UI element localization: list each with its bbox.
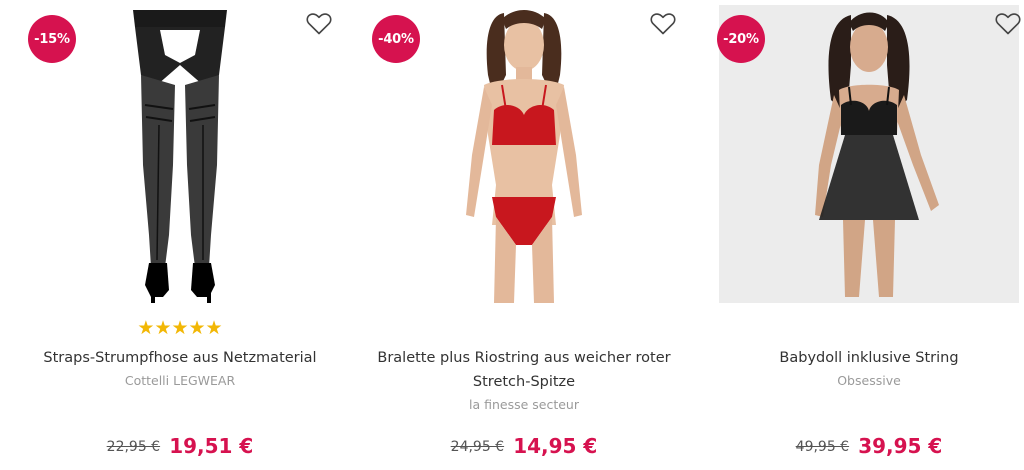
discount-badge: -20%	[717, 15, 765, 63]
heart-outline-icon[interactable]	[650, 12, 676, 36]
product-title[interactable]: Babydoll inklusive String	[709, 346, 1024, 370]
product-brand: Obsessive	[837, 373, 901, 388]
price-row: 24,95 € 14,95 €	[364, 434, 684, 458]
product-image[interactable]	[374, 5, 674, 303]
heart-outline-icon[interactable]	[995, 12, 1021, 36]
price-row: 22,95 € 19,51 €	[20, 434, 340, 458]
product-image[interactable]	[30, 5, 330, 303]
product-card[interactable]: -15% ★★★★★ Straps-Strumpfhose aus Netzma…	[20, 0, 340, 470]
product-brand: Cottelli LEGWEAR	[124, 373, 236, 388]
product-title[interactable]: Straps-Strumpfhose aus Netzmaterial	[20, 346, 340, 370]
old-price: 22,95 €	[106, 439, 161, 455]
bralette-image	[466, 10, 582, 303]
discount-badge: -40%	[372, 15, 420, 63]
tights-image	[133, 10, 227, 303]
old-price: 49,95 €	[795, 439, 850, 455]
star-rating: ★★★★★	[137, 317, 223, 339]
sale-price: 14,95 €	[513, 434, 598, 458]
product-card[interactable]: -40% Bralette plus Riostring aus weicher…	[364, 0, 684, 470]
babydoll-image	[815, 12, 939, 297]
product-brand: la finesse secteur	[468, 397, 579, 412]
product-card[interactable]: -20% Babydoll inklusive String Obsessive…	[709, 0, 1024, 470]
product-image[interactable]	[719, 5, 1019, 303]
product-grid: -15% ★★★★★ Straps-Strumpfhose aus Netzma…	[0, 0, 1024, 470]
heart-outline-icon[interactable]	[306, 12, 332, 36]
price-row: 49,95 € 39,95 €	[709, 434, 1024, 458]
product-title[interactable]: Bralette plus Riostring aus weicher rote…	[364, 346, 684, 394]
sale-price: 39,95 €	[858, 434, 943, 458]
sale-price: 19,51 €	[169, 434, 254, 458]
discount-badge: -15%	[28, 15, 76, 63]
old-price: 24,95 €	[450, 439, 505, 455]
